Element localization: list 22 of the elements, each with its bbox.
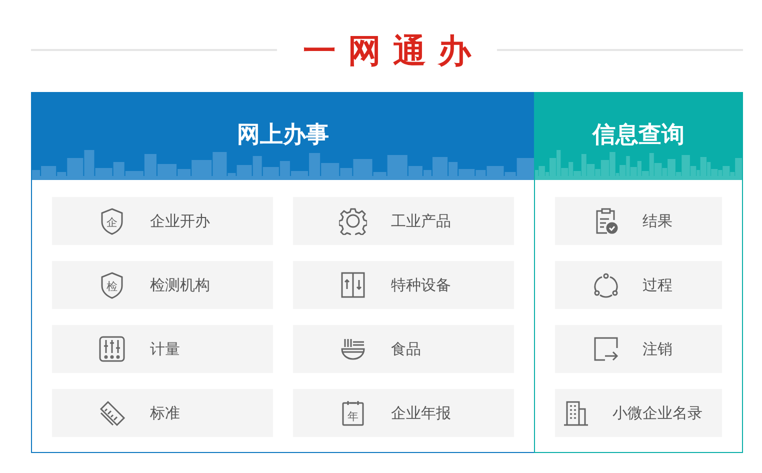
exit-icon [592,335,620,363]
service-button[interactable]: 工业产品 [292,197,514,245]
service-button[interactable]: 检 检测机构 [52,261,273,309]
building-icon [562,399,590,427]
section-title: 一网通办 [302,34,483,66]
service-button[interactable]: 标准 [52,389,273,437]
service-button[interactable]: 结果 [554,197,722,245]
service-button[interactable]: 过程 [554,261,722,309]
ruler-icon [98,399,126,427]
service-button[interactable]: 年 企业年报 [292,389,514,437]
service-button[interactable]: 计量 [52,325,273,373]
service-button[interactable]: 企 企业开办 [52,197,273,245]
service-button[interactable]: 小微企业名录 [554,389,722,437]
control-panel-icon [98,335,126,363]
panel-title: 信息查询 [592,120,684,150]
service-button[interactable]: 注销 [554,325,722,373]
panel-title: 网上办事 [236,120,329,150]
cycle-icon [592,271,620,299]
service-button[interactable]: 特种设备 [292,261,514,309]
gear-icon [338,207,367,235]
elevator-icon [338,271,367,299]
service-button[interactable]: 食品 [292,325,514,373]
